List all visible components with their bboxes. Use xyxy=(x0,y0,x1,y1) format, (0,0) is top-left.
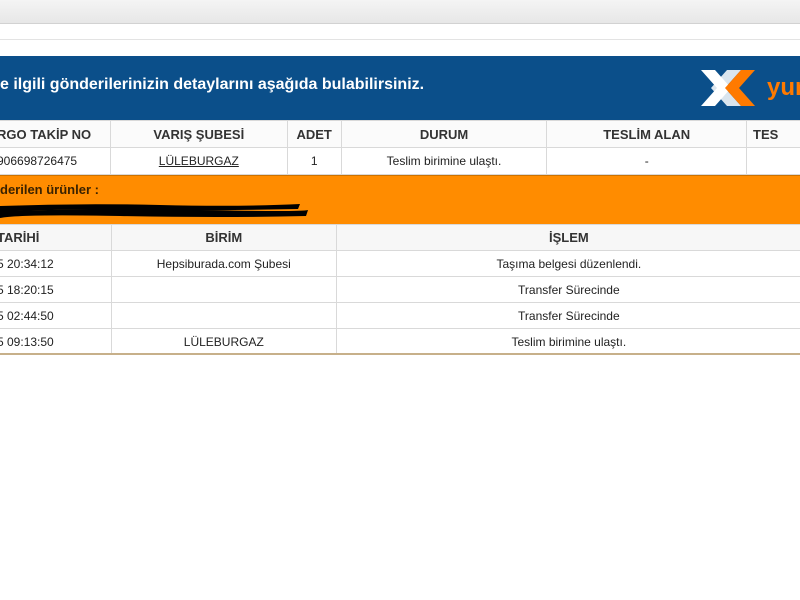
count-cell: 1 xyxy=(286,147,342,175)
col-tracking-no: RGO TAKİP NO xyxy=(0,120,111,148)
unit-cell xyxy=(110,276,337,303)
tracking-table-header: RGO TAKİP NO VARIŞ ŞUBESİ ADET DURUM TES… xyxy=(0,120,800,148)
receiver-cell: - xyxy=(546,147,748,175)
company-logo[interactable]: yur xyxy=(685,56,800,120)
history-table-header: TARİHİ BİRİM İŞLEM xyxy=(0,224,800,251)
date-cell: 5 20:34:12 xyxy=(0,250,112,277)
table-row: 5 18:20:15 Transfer Sürecinde xyxy=(0,276,800,303)
date-cell: 5 18:20:15 xyxy=(0,276,112,303)
branch-cell: LÜLEBURGAZ xyxy=(109,147,288,175)
extra-cell xyxy=(746,147,800,175)
date-cell: 5 02:44:50 xyxy=(0,302,112,329)
status-cell: Teslim birimine ulaştı. xyxy=(340,147,548,175)
logo-mark-icon xyxy=(701,70,755,106)
tracking-number: 906698726475 xyxy=(0,147,111,175)
table-row: 906698726475 LÜLEBURGAZ 1 Teslim birimin… xyxy=(0,147,800,175)
table-row: 5 02:44:50 Transfer Sürecinde xyxy=(0,302,800,329)
redacted-content xyxy=(0,204,308,218)
col-branch: VARIŞ ŞUBESİ xyxy=(109,120,288,148)
branch-link[interactable]: LÜLEBURGAZ xyxy=(159,154,239,168)
table-row: 5 09:13:50 LÜLEBURGAZ Teslim birimine ul… xyxy=(0,328,800,355)
col-count: ADET xyxy=(286,120,342,148)
divider xyxy=(0,353,800,355)
unit-cell xyxy=(110,302,337,329)
products-label: derilen ürünler : xyxy=(0,182,99,197)
browser-toolbar-strip xyxy=(0,24,800,40)
action-cell: Transfer Sürecinde xyxy=(335,302,800,329)
col-unit: BİRİM xyxy=(110,224,337,251)
tracking-table: RGO TAKİP NO VARIŞ ŞUBESİ ADET DURUM TES… xyxy=(0,120,800,175)
col-action: İŞLEM xyxy=(335,224,800,251)
unit-cell: Hepsiburada.com Şubesi xyxy=(110,250,337,277)
col-status: DURUM xyxy=(340,120,548,148)
col-extra: TES xyxy=(746,120,800,148)
logo-text: yur xyxy=(767,74,800,101)
info-banner: e ilgili gönderilerinizin detaylarını aş… xyxy=(0,56,800,120)
banner-text: e ilgili gönderilerinizin detaylarını aş… xyxy=(0,76,425,93)
unit-cell: LÜLEBURGAZ xyxy=(110,328,337,355)
col-receiver: TESLİM ALAN xyxy=(546,120,748,148)
col-branch-label: VARIŞ ŞUBESİ xyxy=(153,126,245,142)
action-cell: Teslim birimine ulaştı. xyxy=(335,328,800,355)
products-section: derilen ürünler : xyxy=(0,175,800,224)
col-date: TARİHİ xyxy=(0,224,112,251)
history-table: TARİHİ BİRİM İŞLEM 5 20:34:12 Hepsiburad… xyxy=(0,224,800,355)
table-row: 5 20:34:12 Hepsiburada.com Şubesi Taşıma… xyxy=(0,250,800,277)
browser-toolbar xyxy=(0,0,800,24)
action-cell: Taşıma belgesi düzenlendi. xyxy=(335,250,800,277)
date-cell: 5 09:13:50 xyxy=(0,328,112,355)
action-cell: Transfer Sürecinde xyxy=(335,276,800,303)
